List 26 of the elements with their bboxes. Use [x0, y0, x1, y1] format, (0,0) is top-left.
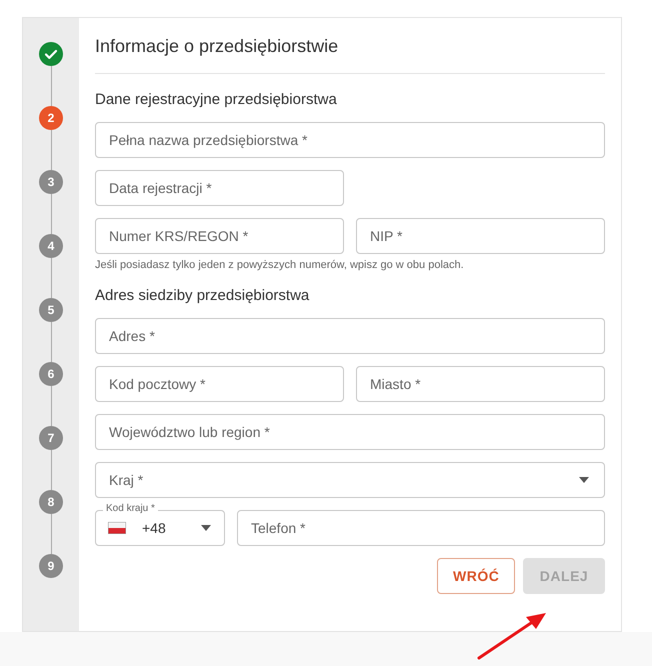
- step-number: 6: [39, 362, 63, 386]
- step-number: 4: [39, 234, 63, 258]
- step-number: 5: [39, 298, 63, 322]
- input-field[interactable]: Województwo lub region *: [95, 414, 605, 450]
- section-heading: Dane rejestracyjne przedsiębiorstwa: [95, 91, 338, 108]
- hint-text: Jeśli posiadasz tylko jeden z powyższych numerów, wpisz go w obu polach.: [95, 259, 465, 271]
- select-field[interactable]: Kraj *: [95, 462, 605, 498]
- step-number: 2: [39, 106, 63, 130]
- step-number: 3: [39, 170, 63, 194]
- flag-icon: [108, 522, 126, 534]
- step-number: 8: [39, 490, 63, 514]
- input-field[interactable]: Pełna nazwa przedsiębiorstwa *: [95, 122, 605, 158]
- section-heading: Adres siedziby przedsiębiorstwa: [95, 287, 310, 304]
- input-field[interactable]: Kod pocztowy *: [95, 366, 344, 402]
- input-field[interactable]: Adres *: [95, 318, 605, 354]
- input-field[interactable]: Telefon *: [237, 510, 605, 546]
- input-field[interactable]: NIP *: [356, 218, 605, 254]
- input-field[interactable]: Miasto *: [356, 366, 605, 402]
- caret-icon: [201, 525, 211, 531]
- step-number: 9: [39, 554, 63, 578]
- back-button[interactable]: WRÓĆ: [437, 558, 515, 594]
- form-title: Informacje o przedsiębiorstwie: [95, 36, 340, 58]
- caret-icon: [579, 477, 589, 483]
- input-field[interactable]: Data rejestracji *: [95, 170, 344, 206]
- step-number: 7: [39, 426, 63, 450]
- input-field[interactable]: Numer KRS/REGON *: [95, 218, 344, 254]
